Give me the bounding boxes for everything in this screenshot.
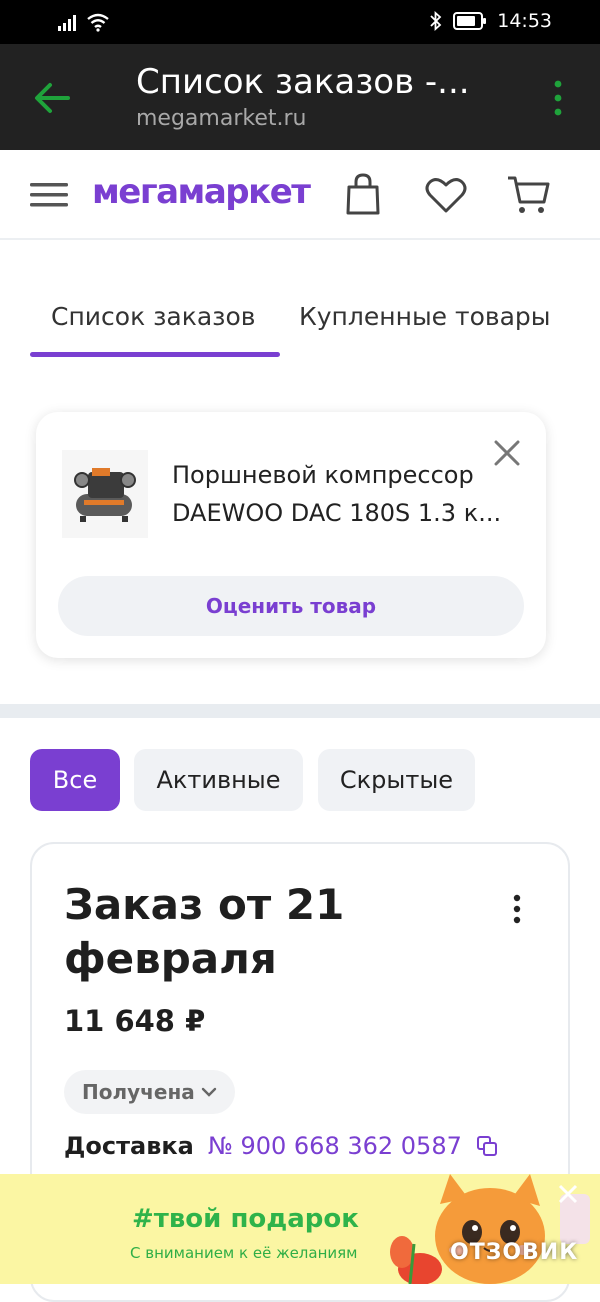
tab-orders-list[interactable]: Список заказов <box>51 302 256 331</box>
cat-with-flowers-illustration <box>390 1174 590 1284</box>
back-arrow-icon[interactable] <box>32 80 72 116</box>
order-menu-icon[interactable] <box>510 894 524 924</box>
site-logo[interactable]: мегамаркет <box>92 172 311 212</box>
filter-active[interactable]: Активные <box>134 749 303 811</box>
copy-icon[interactable] <box>476 1135 498 1157</box>
product-image <box>62 450 148 538</box>
site-header: мегамаркет <box>0 150 600 240</box>
active-tab-indicator <box>30 352 280 357</box>
browser-toolbar: Список заказов -... megamarket.ru <box>0 44 600 150</box>
cart-icon[interactable] <box>506 172 552 218</box>
close-icon[interactable] <box>492 438 522 468</box>
browser-page-title: Список заказов -... <box>136 62 470 102</box>
signal-icon <box>58 15 76 31</box>
heart-icon[interactable] <box>423 172 469 218</box>
shopping-bag-icon[interactable] <box>340 172 386 218</box>
rate-product-card: Поршневой компрессор DAEWOO DAC 180S 1.3… <box>36 412 546 658</box>
browser-url[interactable]: megamarket.ru <box>136 106 306 131</box>
delivery-number[interactable]: № 900 668 362 0587 <box>208 1132 462 1160</box>
status-time: 14:53 <box>497 10 552 32</box>
promo-subtitle: С вниманием к её желаниям <box>130 1244 358 1262</box>
filter-all[interactable]: Все <box>30 749 120 811</box>
wifi-icon <box>87 13 109 32</box>
promo-banner[interactable]: #твой подарок С вниманием к её желаниям <box>0 1174 600 1284</box>
order-status-dropdown[interactable]: Получена <box>64 1070 235 1114</box>
tab-purchased-items[interactable]: Купленные товары <box>299 302 551 331</box>
promo-title: #твой подарок <box>132 1204 359 1234</box>
product-title[interactable]: Поршневой компрессор DAEWOO DAC 180S 1.3… <box>172 456 522 532</box>
bluetooth-icon <box>430 11 442 31</box>
delivery-label: Доставка <box>64 1132 194 1160</box>
otzovik-watermark: ОТЗОВИК <box>450 1240 579 1265</box>
battery-icon <box>453 12 487 30</box>
more-options-icon[interactable] <box>548 78 568 118</box>
section-divider <box>0 704 600 718</box>
status-bar: 14:53 <box>0 0 600 44</box>
chevron-down-icon <box>201 1087 216 1097</box>
delivery-row: Доставка № 900 668 362 0587 <box>64 1132 498 1160</box>
hamburger-menu-icon[interactable] <box>28 180 70 210</box>
order-title: Заказ от 21 февраля <box>64 880 345 983</box>
rate-product-button[interactable]: Оценить товар <box>58 576 524 636</box>
order-status-label: Получена <box>82 1080 195 1104</box>
filter-hidden[interactable]: Скрытые <box>318 749 475 811</box>
order-total: 11 648 ₽ <box>64 1004 206 1038</box>
